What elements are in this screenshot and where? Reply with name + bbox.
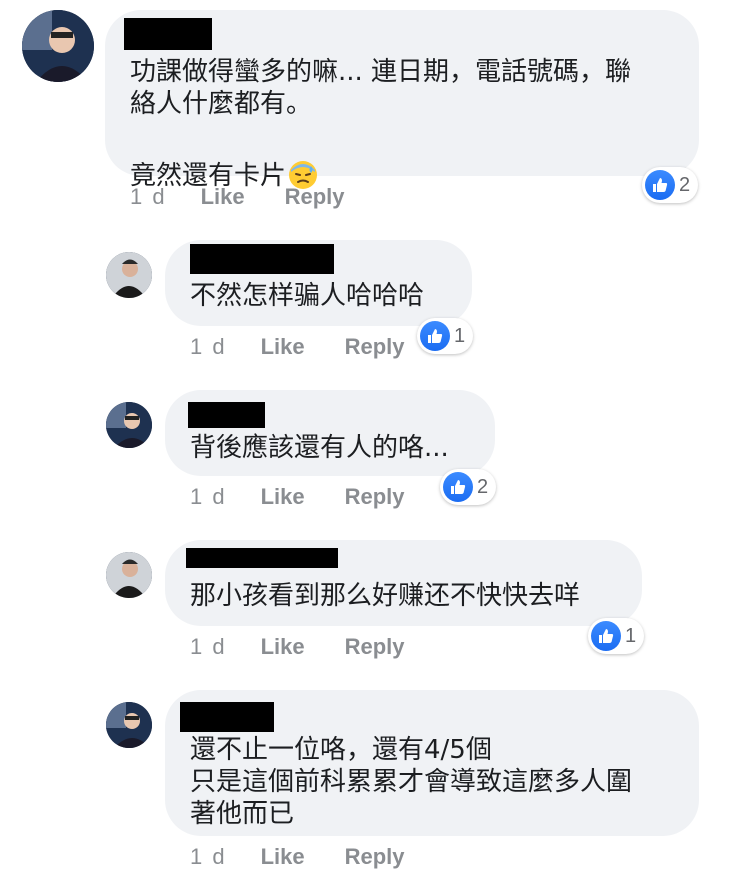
comment-timestamp[interactable]: 1 d	[190, 844, 227, 869]
reply-button[interactable]: Reply	[345, 844, 405, 869]
reaction-count: 1	[454, 324, 466, 347]
like-button[interactable]: Like	[261, 484, 305, 509]
reaction-count: 1	[625, 624, 637, 647]
redacted-author-name[interactable]	[124, 18, 212, 50]
comment-text-line: 竟然還有卡片	[130, 128, 690, 192]
reaction-count: 2	[477, 475, 489, 498]
redacted-author-name[interactable]	[190, 244, 334, 274]
comment-thread: 功課做得蠻多的嘛... 連日期，電話號碼，聯 絡人什麼都有。 竟然還有卡片 2 …	[0, 0, 747, 881]
comment-actions: 1 d Like Reply	[190, 634, 405, 660]
thumbs-up-icon	[591, 621, 621, 651]
comment-text: 背後應該還有人的咯...	[190, 433, 449, 463]
reply-button[interactable]: Reply	[345, 484, 405, 509]
comment-text: 不然怎样骗人哈哈哈	[190, 281, 425, 311]
reaction-summary[interactable]: 2	[440, 469, 497, 505]
like-button[interactable]: Like	[261, 844, 305, 869]
comment-actions: 1 d Like Reply	[190, 334, 405, 360]
like-button[interactable]: Like	[261, 634, 305, 659]
comment-timestamp[interactable]: 1 d	[190, 634, 227, 659]
reply-button[interactable]: Reply	[345, 334, 405, 359]
redacted-author-name[interactable]	[188, 402, 265, 428]
comment-timestamp[interactable]: 1 d	[190, 334, 227, 359]
reply-button[interactable]: Reply	[345, 634, 405, 659]
like-button[interactable]: Like	[261, 334, 305, 359]
avatar[interactable]	[106, 402, 152, 448]
thumbs-up-icon	[443, 472, 473, 502]
avatar[interactable]	[106, 702, 152, 748]
comment-timestamp[interactable]: 1 d	[130, 184, 167, 209]
redacted-author-name[interactable]	[186, 548, 338, 568]
reaction-summary[interactable]: 1	[588, 618, 645, 654]
comment-item: 功課做得蠻多的嘛... 連日期，電話號碼，聯 絡人什麼都有。 竟然還有卡片 2 …	[0, 0, 747, 230]
comment-timestamp[interactable]: 1 d	[190, 484, 227, 509]
redacted-author-name[interactable]	[180, 702, 274, 732]
comment-text: 還不止一位咯，還有4/5個 只是這個前科累累才會導致這麼多人圍 著他而已	[190, 735, 633, 829]
comment-actions: 1 d Like Reply	[190, 844, 405, 870]
reaction-summary[interactable]: 1	[417, 318, 474, 354]
reply-button[interactable]: Reply	[285, 184, 345, 209]
avatar[interactable]	[106, 552, 152, 598]
comment-actions: 1 d Like Reply	[130, 184, 345, 210]
comment-text: 功課做得蠻多的嘛... 連日期，電話號碼，聯 絡人什麼都有。	[130, 57, 632, 119]
reaction-summary[interactable]: 2	[642, 167, 699, 203]
thumbs-up-icon	[645, 170, 675, 200]
like-button[interactable]: Like	[201, 184, 245, 209]
avatar[interactable]	[22, 10, 94, 82]
comment-actions: 1 d Like Reply	[190, 484, 405, 510]
avatar[interactable]	[106, 252, 152, 298]
reaction-count: 2	[679, 173, 691, 196]
comment-text: 那小孩看到那么好赚还不快快去咩	[190, 581, 581, 611]
thumbs-up-icon	[420, 321, 450, 351]
